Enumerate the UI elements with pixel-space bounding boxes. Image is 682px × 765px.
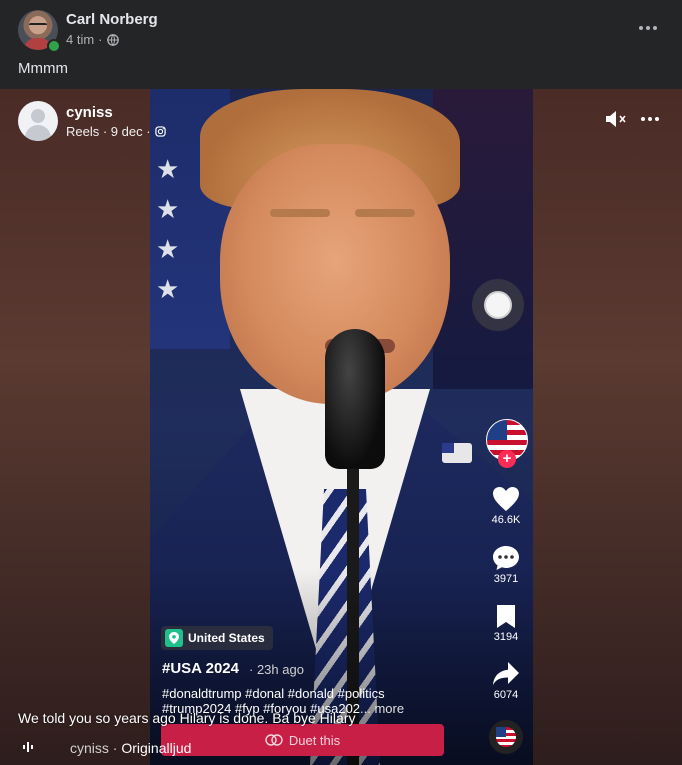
flag-pin <box>442 443 472 463</box>
post-options-icon[interactable] <box>636 18 660 38</box>
posted-ago: · 23h ago <box>249 662 304 677</box>
avatar-placeholder-head <box>31 109 45 123</box>
audio-wave-icon <box>23 742 33 752</box>
audio-separator: · <box>108 740 122 756</box>
save-action[interactable]: 3194 <box>486 603 526 643</box>
like-count: 46.6K <box>491 514 521 526</box>
duet-button[interactable]: Duet this <box>161 724 444 756</box>
post-text: Mmmm <box>18 60 68 77</box>
more-link[interactable]: ... more <box>360 701 404 716</box>
meta-separator: · <box>98 32 103 47</box>
bookmark-icon <box>497 605 515 628</box>
post-time[interactable]: 4 tim <box>66 32 94 47</box>
audio-info[interactable]: cyniss · Originalljud <box>70 740 191 756</box>
share-count: 6074 <box>493 689 519 701</box>
audio-title: Originalljud <box>121 740 192 756</box>
post-meta: 4 tim · <box>66 32 119 47</box>
location-pin-icon <box>165 629 183 647</box>
music-disc[interactable] <box>489 720 523 754</box>
post-author-name[interactable]: Carl Norberg <box>66 11 158 28</box>
save-count: 3194 <box>493 631 519 643</box>
avatar-glasses <box>29 23 47 29</box>
instagram-icon <box>154 126 166 137</box>
audio-owner: cyniss <box>70 740 109 756</box>
share-action[interactable]: 6074 <box>486 661 526 701</box>
flag-stars: ★ ★ ★ ★ <box>156 154 180 304</box>
hashtags-line-1[interactable]: #donaldtrump #donal #donald #politics <box>162 686 385 701</box>
left-brow-shape <box>270 209 330 217</box>
heart-icon <box>493 487 519 511</box>
reel-meta-text: Reels · 9 dec · <box>66 124 151 139</box>
follow-plus-icon[interactable]: + <box>498 450 516 468</box>
reel-caption: We told you so years ago Hilary is done.… <box>18 710 356 726</box>
reel-meta: Reels · 9 dec · <box>66 124 166 139</box>
location-chip[interactable]: United States <box>161 626 273 650</box>
online-status-dot <box>47 39 61 53</box>
comment-count: 3971 <box>493 573 519 585</box>
record-button[interactable] <box>472 279 524 331</box>
globe-icon <box>106 33 119 46</box>
speaker-muted-icon[interactable] <box>604 109 628 129</box>
avatar-placeholder-body <box>25 125 51 141</box>
reel-author-name[interactable]: cyniss <box>66 104 113 121</box>
comment-action[interactable]: 3971 <box>486 545 526 585</box>
duet-label: Duet this <box>288 732 341 748</box>
share-icon <box>493 662 519 685</box>
post-header: Carl Norberg 4 tim · Mmmm <box>0 0 682 89</box>
flag-canton <box>487 420 507 440</box>
location-label: United States <box>188 631 265 645</box>
right-brow-shape <box>355 209 415 217</box>
reel-author-avatar[interactable] <box>18 101 58 141</box>
like-action[interactable]: 46.6K <box>486 486 526 526</box>
reel-options-icon[interactable] <box>638 109 662 129</box>
music-disc-cover <box>496 727 516 747</box>
reel-title[interactable]: #USA 2024 <box>162 660 239 677</box>
microphone <box>325 329 385 469</box>
reel-player[interactable]: ★ ★ ★ ★ cyniss Reels · 9 dec · + 46.6K 3… <box>0 89 682 765</box>
duet-icon <box>265 734 283 746</box>
comment-icon <box>493 546 519 570</box>
